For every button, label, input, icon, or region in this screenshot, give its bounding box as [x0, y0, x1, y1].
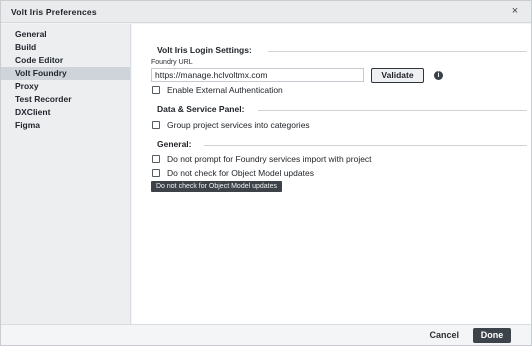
data-service-panel-heading: Data & Service Panel: [157, 104, 245, 114]
foundry-url-input[interactable]: https://manage.hclvoltmx.com [151, 68, 364, 82]
info-icon[interactable]: i [434, 71, 443, 80]
external-auth-label: Enable External Authentication [167, 85, 283, 95]
no-import-prompt-checkbox[interactable] [152, 155, 160, 163]
done-button[interactable]: Done [473, 328, 511, 343]
no-model-check-checkbox[interactable] [152, 169, 160, 177]
sidebar-item-build[interactable]: Build [1, 41, 130, 54]
sidebar-item-dxclient[interactable]: DXClient [1, 106, 130, 119]
dialog-title: Volt Iris Preferences [11, 7, 97, 17]
group-services-label: Group project services into categories [167, 120, 310, 130]
sidebar-item-proxy[interactable]: Proxy [1, 80, 130, 93]
section-divider [258, 110, 527, 111]
dialog-footer: Cancel Done [1, 324, 531, 345]
preferences-sidebar: General Build Code Editor Volt Foundry P… [1, 24, 131, 324]
foundry-url-label: Foundry URL [151, 59, 193, 66]
sidebar-item-volt-foundry[interactable]: Volt Foundry [1, 67, 130, 80]
cancel-button[interactable]: Cancel [429, 330, 459, 340]
section-divider [268, 51, 527, 52]
sidebar-item-code-editor[interactable]: Code Editor [1, 54, 130, 67]
group-services-checkbox[interactable] [152, 121, 160, 129]
general-heading: General: [157, 139, 192, 149]
external-auth-checkbox[interactable] [152, 86, 160, 94]
title-bar: Volt Iris Preferences × [1, 1, 531, 23]
sidebar-item-test-recorder[interactable]: Test Recorder [1, 93, 130, 106]
tooltip: Do not check for Object Model updates [151, 181, 283, 192]
no-model-check-label: Do not check for Object Model updates [167, 168, 314, 178]
settings-panel: Volt Iris Login Settings: Foundry URL ht… [132, 24, 531, 324]
preferences-dialog: Volt Iris Preferences × General Build Co… [0, 0, 532, 346]
sidebar-item-general[interactable]: General [1, 28, 130, 41]
no-import-prompt-label: Do not prompt for Foundry services impor… [167, 154, 372, 164]
validate-button[interactable]: Validate [371, 68, 424, 83]
section-divider [204, 145, 527, 146]
close-icon[interactable]: × [509, 5, 521, 17]
login-settings-heading: Volt Iris Login Settings: [157, 45, 252, 55]
sidebar-item-figma[interactable]: Figma [1, 119, 130, 132]
